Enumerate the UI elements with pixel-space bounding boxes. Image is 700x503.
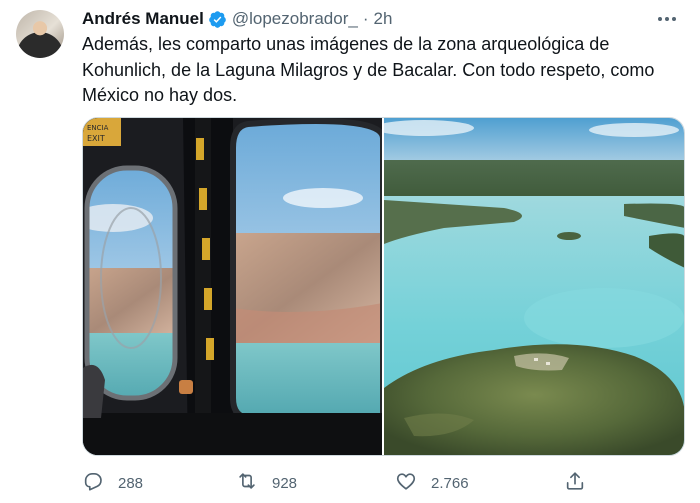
tweet-text: Además, les comparto unas imágenes de la… xyxy=(82,34,655,105)
reply-count: 288 xyxy=(118,474,144,492)
more-icon[interactable] xyxy=(656,8,678,30)
tweet: Andrés Manuel @lopezobrador_ · 2h Además… xyxy=(0,0,700,503)
like-button[interactable]: 2.766 xyxy=(395,468,469,498)
media-grid: ENCIA EXIT xyxy=(82,117,685,456)
tweet-header: Andrés Manuel @lopezobrador_ · 2h xyxy=(82,8,392,30)
like-icon xyxy=(395,470,417,496)
retweet-count: 928 xyxy=(272,474,298,492)
like-count: 2.766 xyxy=(431,474,469,492)
retweet-icon xyxy=(236,470,258,496)
avatar[interactable] xyxy=(16,10,64,58)
author-handle[interactable]: @lopezobrador_ xyxy=(232,9,358,29)
photo-lagoon-aerial[interactable] xyxy=(384,118,684,455)
reply-icon xyxy=(82,470,104,496)
reply-button[interactable]: 288 xyxy=(82,468,143,498)
action-bar: 288 928 2.766 xyxy=(82,468,592,498)
emergency-sign-text: ENCIA xyxy=(87,124,109,132)
svg-text:EXIT: EXIT xyxy=(87,134,105,143)
photo-airplane-window[interactable]: ENCIA EXIT xyxy=(83,118,382,455)
share-button[interactable] xyxy=(564,468,586,498)
share-icon xyxy=(564,470,586,496)
tweet-timestamp[interactable]: 2h xyxy=(373,9,392,29)
author-name[interactable]: Andrés Manuel xyxy=(82,9,204,29)
verified-icon xyxy=(208,10,227,29)
separator-dot: · xyxy=(362,9,369,28)
retweet-button[interactable]: 928 xyxy=(236,468,297,498)
